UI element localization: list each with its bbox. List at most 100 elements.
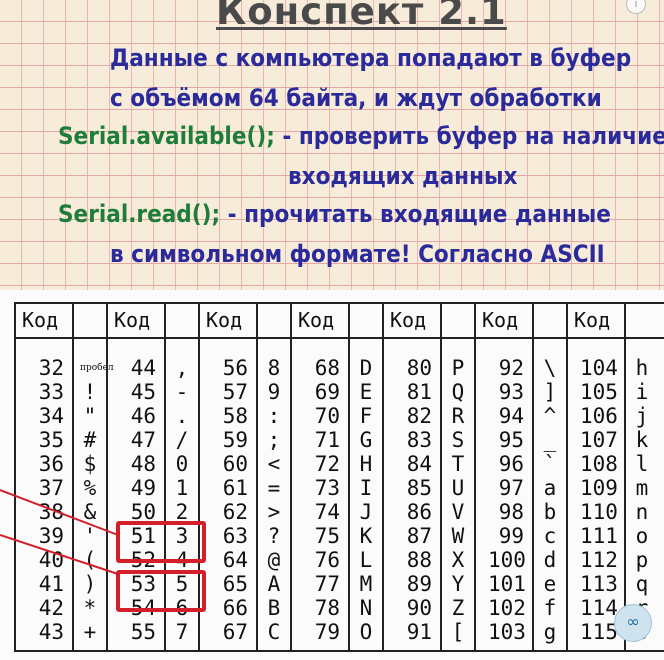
- ascii-symbol-cell: P: [451, 356, 465, 380]
- highlight-box-51: [116, 521, 206, 563]
- ascii-code-cell: 84: [406, 452, 432, 476]
- ascii-code-cell: 98: [498, 500, 524, 524]
- ascii-code-cell: 91: [406, 620, 432, 644]
- ascii-symbol-cell: [: [451, 620, 465, 644]
- code-symbol-divider: [440, 304, 442, 650]
- serial-available-desc: - проверить буфер на наличие: [274, 122, 664, 150]
- ascii-code-cell: 67: [222, 620, 248, 644]
- notes-line-1: Данные с компьютера попадают в буфер: [110, 44, 632, 72]
- ascii-symbol-cell: A: [267, 572, 281, 596]
- notes-line-2: с объёмом 64 байта, и ждут обработки: [110, 84, 602, 112]
- ascii-code-cell: 103: [488, 620, 526, 644]
- ascii-code-cell: 33: [38, 380, 64, 404]
- ascii-code-cell: 111: [580, 524, 618, 548]
- ascii-symbol-cell: ?: [267, 524, 281, 548]
- ascii-code-cell: 64: [222, 548, 248, 572]
- ascii-symbol-cell: ,: [175, 356, 189, 380]
- ascii-symbol-cell: p: [635, 548, 649, 572]
- ascii-symbol-cell: _: [543, 428, 557, 452]
- column-header-code: Код: [22, 308, 59, 332]
- ascii-symbol-cell: H: [359, 452, 373, 476]
- ascii-symbol-cell: V: [451, 500, 465, 524]
- ascii-symbol-cell: g: [543, 620, 557, 644]
- ascii-code-cell: 109: [580, 476, 618, 500]
- ascii-symbol-cell: Z: [451, 596, 465, 620]
- code-symbol-divider: [256, 304, 258, 650]
- arrow-to-51: [0, 489, 119, 536]
- notes-title: Конспект 2.1: [216, 0, 507, 33]
- ascii-table: Код 32 пробел 33! 34 " 35 #36 $37% 38 & 39 ' 40(41) 42…: [14, 302, 664, 652]
- ascii-symbol-cell: O: [359, 620, 373, 644]
- ascii-symbol-cell: `: [543, 452, 557, 476]
- info-icon[interactable]: i: [626, 0, 646, 14]
- ascii-code-cell: 60: [222, 452, 248, 476]
- ascii-code-cell: 45: [130, 380, 156, 404]
- ascii-symbol-cell: 1: [175, 476, 189, 500]
- ascii-symbol-cell: T: [451, 452, 465, 476]
- ascii-symbol-cell: j: [635, 404, 649, 428]
- ascii-code-cell: 93: [498, 380, 524, 404]
- ascii-symbol-cell: *: [83, 596, 97, 620]
- ascii-code-cell: 86: [406, 500, 432, 524]
- column-header-code: Код: [390, 308, 427, 332]
- ascii-symbol-cell: 8: [267, 356, 281, 380]
- highlight-box-53: [116, 570, 206, 612]
- ascii-code-cell: 73: [314, 476, 340, 500]
- ascii-symbol-cell: l: [635, 452, 649, 476]
- ascii-code-cell: 47: [130, 428, 156, 452]
- column-header-code: Код: [298, 308, 335, 332]
- ascii-code-cell: 99: [498, 524, 524, 548]
- ascii-code-cell: 72: [314, 452, 340, 476]
- ascii-symbol-cell: .: [175, 404, 189, 428]
- column-divider: [566, 304, 568, 650]
- serial-read-desc: - прочитать входящие данные: [220, 200, 611, 228]
- ascii-code-cell: 48: [130, 452, 156, 476]
- ascii-code-cell: 110: [580, 500, 618, 524]
- ascii-code-cell: 79: [314, 620, 340, 644]
- ascii-code-cell: 102: [488, 596, 526, 620]
- ascii-code-cell: 83: [406, 428, 432, 452]
- notes-line-4: входящих данных: [288, 162, 518, 190]
- column-divider: [382, 304, 384, 650]
- ascii-symbol-cell: #: [83, 428, 97, 452]
- ascii-code-cell: 89: [406, 572, 432, 596]
- code-symbol-divider: [348, 304, 350, 650]
- ascii-code-cell: 70: [314, 404, 340, 428]
- ascii-code-cell: 56: [222, 356, 248, 380]
- ascii-symbol-cell: +: [83, 620, 97, 644]
- ascii-code-cell: 69: [314, 380, 340, 404]
- serial-read-code: Serial.read();: [58, 200, 221, 228]
- ascii-symbol-cell: m: [635, 476, 649, 500]
- ascii-code-cell: 81: [406, 380, 432, 404]
- ascii-symbol-cell: a: [543, 476, 557, 500]
- ascii-code-cell: 78: [314, 596, 340, 620]
- pointer-arrows: [0, 489, 119, 575]
- ascii-code-cell: 114: [580, 596, 618, 620]
- ascii-code-cell: 92: [498, 356, 524, 380]
- notes-line-6: в символьном формате! Согласно ASCII: [110, 240, 605, 268]
- ascii-code-cell: 76: [314, 548, 340, 572]
- ascii-symbol-cell: d: [543, 548, 557, 572]
- ascii-code-cell: 113: [580, 572, 618, 596]
- ascii-symbol-cell: X: [451, 548, 465, 572]
- ascii-symbol-cell: /: [175, 428, 189, 452]
- column-divider: [474, 304, 476, 650]
- ascii-code-cell: 85: [406, 476, 432, 500]
- ascii-symbol-cell: E: [359, 380, 373, 404]
- ascii-symbol-cell: ^: [543, 404, 557, 428]
- ascii-symbol-cell: N: [359, 596, 373, 620]
- ascii-code-cell: 58: [222, 404, 248, 428]
- ascii-code-cell: 77: [314, 572, 340, 596]
- ascii-code-cell: 96: [498, 452, 524, 476]
- serial-available-code: Serial.available();: [58, 122, 275, 150]
- code-symbol-divider: [532, 304, 534, 650]
- ascii-symbol-cell: k: [635, 428, 649, 452]
- ascii-symbol-cell: J: [359, 500, 373, 524]
- column-header-code: Код: [574, 308, 611, 332]
- ascii-symbol-cell: I: [359, 476, 373, 500]
- column-header-code: Код: [482, 308, 519, 332]
- ascii-symbol-cell: 7: [175, 620, 189, 644]
- ascii-code-cell: 35: [38, 428, 64, 452]
- ascii-code-cell: 46: [130, 404, 156, 428]
- ascii-code-cell: 71: [314, 428, 340, 452]
